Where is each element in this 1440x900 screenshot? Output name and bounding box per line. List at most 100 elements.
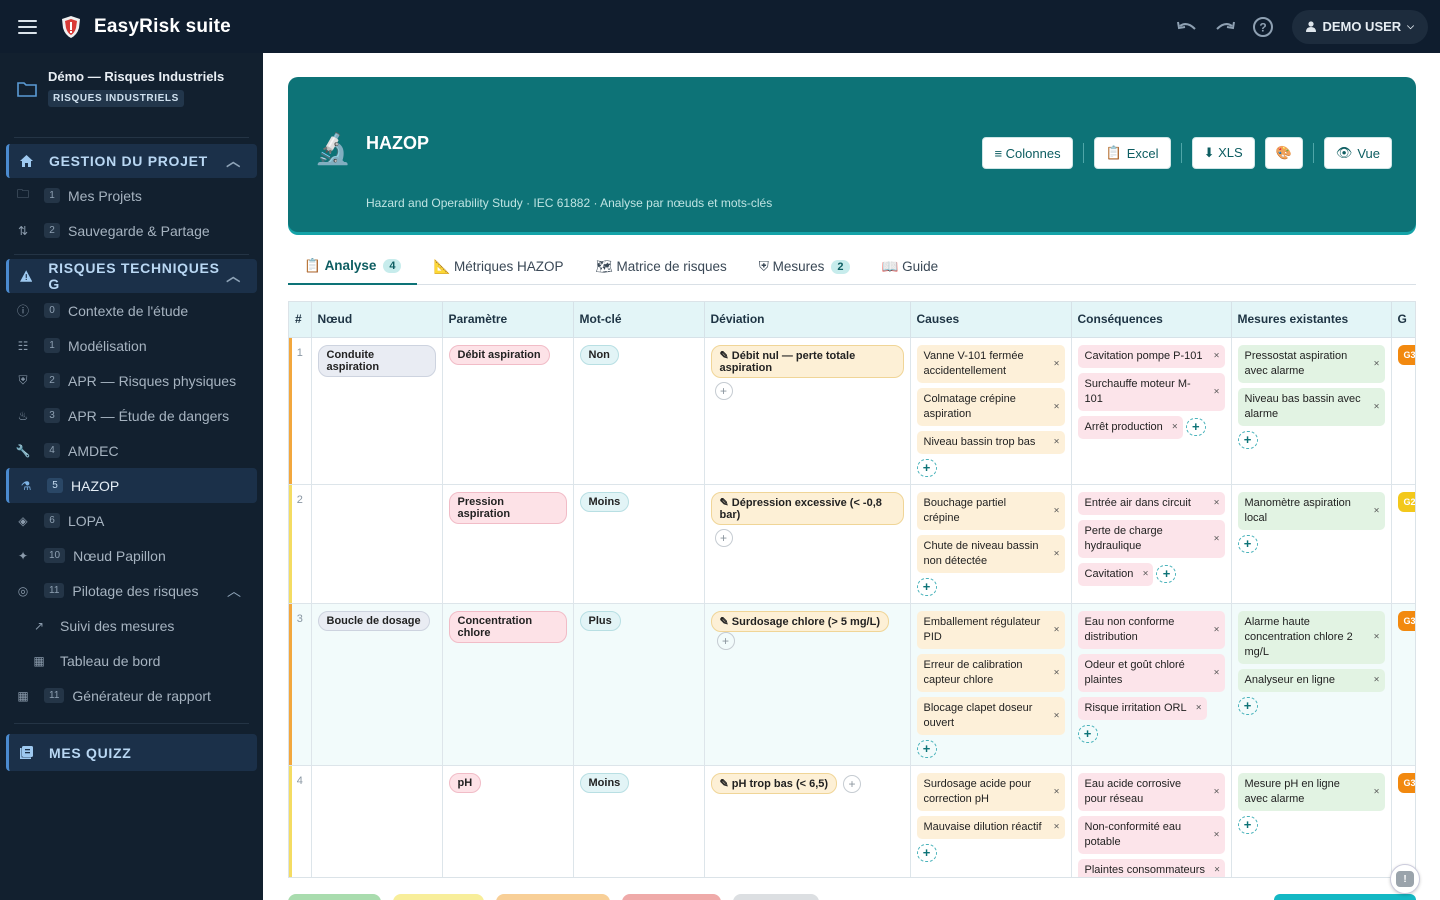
sidebar-item-apr-dangers[interactable]: ♨ 3 APR — Étude de dangers — [0, 398, 263, 433]
cause-chip[interactable]: Erreur de calibration capteur chlore × — [916, 653, 1065, 692]
param-cell[interactable]: Pression aspiration — [442, 484, 574, 604]
add-cause-button[interactable]: + — [916, 458, 937, 477]
keyword-pill[interactable]: Non — [579, 344, 619, 365]
sidebar-item-tableau-bord[interactable]: ▦ Tableau de bord — [0, 643, 263, 678]
consequence-chip[interactable]: Eau acide corrosive pour réseau × — [1077, 772, 1225, 811]
parameter-pill[interactable]: Pression aspiration — [448, 491, 567, 524]
remove-icon[interactable]: × — [1054, 503, 1060, 518]
columns-button[interactable]: ≡ Colonnes — [982, 137, 1073, 169]
remove-icon[interactable]: × — [1054, 435, 1060, 450]
keyword-pill[interactable]: Plus — [579, 610, 621, 631]
consequence-chip[interactable]: Cavitation pompe P-101 × — [1077, 344, 1225, 368]
gravity-badge[interactable]: G3 — [1397, 610, 1415, 631]
add-consequence-button[interactable]: + — [1077, 724, 1098, 743]
user-menu-button[interactable]: DEMO USER ⌵ — [1292, 9, 1428, 44]
consequence-chip[interactable]: Arrêt production × — [1077, 415, 1183, 439]
gravity-cell[interactable]: G3 — [1391, 603, 1415, 766]
remove-icon[interactable]: × — [1374, 503, 1380, 518]
section-gestion-projet[interactable]: GESTION DU PROJET ︿ — [6, 144, 257, 178]
legend-pill-red[interactable] — [622, 894, 721, 900]
consequence-chip[interactable]: Risque irritation ORL × — [1077, 696, 1207, 720]
feedback-button[interactable]: ! — [1390, 864, 1420, 894]
add-measure-button[interactable]: + — [1237, 696, 1258, 715]
sidebar-item-amdec[interactable]: 🔧 4 AMDEC — [0, 433, 263, 468]
measure-chip[interactable]: Manomètre aspiration local × — [1237, 491, 1385, 530]
add-cause-button[interactable]: + — [916, 739, 937, 758]
column-header[interactable]: Mot-clé — [573, 302, 705, 338]
tab-analyse[interactable]: 📋 Analyse 4 — [288, 248, 418, 285]
deviation-pill[interactable]: ✎ Débit nul — perte totale aspiration — [710, 344, 904, 378]
add-measure-button[interactable]: + — [1237, 815, 1258, 834]
section-risques-techniques[interactable]: RISQUES TECHNIQUES G ︿ — [6, 259, 257, 293]
remove-icon[interactable]: × — [1374, 784, 1380, 799]
legend-pill-green[interactable] — [288, 894, 381, 900]
gravity-badge[interactable]: G2 — [1397, 491, 1415, 512]
consequence-chip[interactable]: Eau non conforme distribution × — [1077, 610, 1225, 649]
tab-matrice[interactable]: 🗺 Matrice de risques — [580, 248, 743, 285]
hamburger-menu-icon[interactable] — [18, 15, 42, 39]
param-cell[interactable]: Concentration chlore — [442, 603, 574, 766]
column-header[interactable]: G — [1391, 302, 1415, 338]
measure-chip[interactable]: Analyseur en ligne × — [1237, 668, 1385, 692]
deviation-pill[interactable]: ✎ pH trop bas (< 6,5) — [710, 772, 838, 794]
sidebar-item-contexte[interactable]: ⓘ 0 Contexte de l'étude — [0, 293, 263, 328]
remove-icon[interactable]: × — [1054, 820, 1060, 835]
parameter-pill[interactable]: Concentration chlore — [448, 610, 567, 643]
measure-chip[interactable]: Niveau bas bassin avec alarme × — [1237, 387, 1385, 426]
remove-icon[interactable]: × — [1054, 665, 1060, 680]
measure-chip[interactable]: Mesure pH en ligne avec alarme × — [1237, 772, 1385, 811]
sidebar-item-lopa[interactable]: ◈ 6 LOPA — [0, 503, 263, 538]
tab-guide[interactable]: 📖 Guide — [866, 248, 955, 285]
consequence-chip[interactable]: Entrée air dans circuit × — [1077, 491, 1225, 515]
keyword-pill[interactable]: Moins — [579, 491, 630, 512]
column-header[interactable]: Déviation — [704, 302, 911, 338]
add-cause-button[interactable]: + — [916, 843, 937, 862]
add-deviation-icon[interactable]: + — [714, 528, 733, 547]
remove-icon[interactable]: × — [1196, 701, 1202, 716]
redo-icon[interactable] — [1212, 14, 1238, 40]
cause-chip[interactable]: Colmatage crépine aspiration × — [916, 387, 1065, 426]
keyword-pill[interactable]: Moins — [579, 772, 630, 793]
remove-icon[interactable]: × — [1374, 630, 1380, 645]
node-cell[interactable]: Boucle de dosage — [311, 603, 443, 766]
sidebar-item-generateur[interactable]: ▦ 11 Générateur de rapport — [0, 678, 263, 713]
node-pill[interactable]: Boucle de dosage — [317, 610, 430, 631]
parameter-pill[interactable]: pH — [448, 772, 482, 793]
cause-chip[interactable]: Chute de niveau bassin non détectée × — [916, 534, 1065, 573]
legend-pill-grey[interactable] — [733, 894, 819, 900]
node-cell[interactable] — [311, 765, 443, 877]
sidebar-item-suivi-mesures[interactable]: ↗ Suivi des mesures — [0, 608, 263, 643]
project-header[interactable]: Démo — Risques Industriels RISQUES INDUS… — [0, 53, 263, 137]
deviation-cell[interactable]: ✎ Dépression excessive (< -0,8 bar) + — [704, 484, 911, 604]
deviation-cell[interactable]: ✎ pH trop bas (< 6,5) + — [704, 765, 911, 877]
remove-icon[interactable]: × — [1214, 384, 1220, 399]
remove-icon[interactable]: × — [1214, 665, 1220, 680]
remove-icon[interactable]: × — [1143, 567, 1149, 582]
section-mes-quizz[interactable]: MES QUIZZ — [6, 734, 257, 771]
remove-icon[interactable]: × — [1214, 496, 1220, 511]
remove-icon[interactable]: × — [1214, 784, 1220, 799]
cause-chip[interactable]: Emballement régulateur PID × — [916, 610, 1065, 649]
sidebar-item-apr-physiques[interactable]: ⛨ 2 APR — Risques physiques — [0, 363, 263, 398]
remove-icon[interactable]: × — [1054, 708, 1060, 723]
node-cell[interactable]: Conduite aspiration — [311, 337, 443, 485]
tab-mesures[interactable]: ⛨ Mesures 2 — [743, 248, 866, 285]
column-header[interactable]: Mesures existantes — [1231, 302, 1392, 338]
add-measure-button[interactable]: + — [1237, 534, 1258, 553]
sidebar-item-modelisation[interactable]: ☷ 1 Modélisation — [0, 328, 263, 363]
xls-export-button[interactable]: ⬇ XLS — [1191, 137, 1255, 169]
tab-metriques[interactable]: 📐 Métriques HAZOP — [417, 248, 579, 285]
add-row-button[interactable] — [1274, 894, 1416, 900]
remove-icon[interactable]: × — [1214, 531, 1220, 546]
remove-icon[interactable]: × — [1374, 673, 1380, 688]
add-cause-button[interactable]: + — [916, 577, 937, 596]
remove-icon[interactable]: × — [1054, 546, 1060, 561]
sidebar-item-noeud-papillon[interactable]: ✦ 10 Nœud Papillon — [0, 538, 263, 573]
add-deviation-icon[interactable]: + — [716, 631, 735, 650]
deviation-pill[interactable]: ✎ Dépression excessive (< -0,8 bar) — [710, 491, 904, 525]
remove-icon[interactable]: × — [1054, 784, 1060, 799]
cause-chip[interactable]: Surdosage acide pour correction pH × — [916, 772, 1065, 811]
gravity-badge[interactable]: G3 — [1397, 772, 1415, 793]
node-cell[interactable] — [311, 484, 443, 604]
consequence-chip[interactable]: Non-conformité eau potable × — [1077, 815, 1225, 854]
